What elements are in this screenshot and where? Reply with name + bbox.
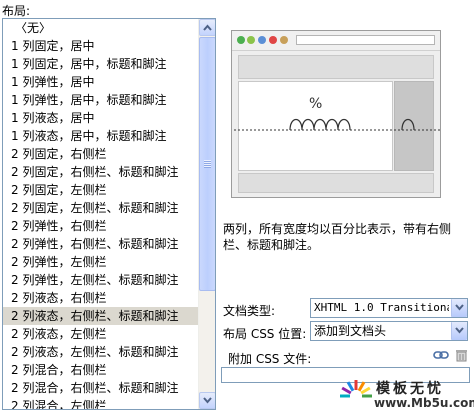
layout-list-item[interactable]: 2 列液态，右侧栏	[3, 289, 198, 307]
layout-list-item[interactable]: 〈无〉	[3, 19, 198, 37]
layout-list-item[interactable]: 2 列液态，左侧栏	[3, 325, 198, 343]
trash-icon[interactable]	[455, 349, 468, 362]
watermark: 模板无忧 www.Mb5u.com	[338, 376, 474, 412]
doctype-dropdown-button[interactable]	[451, 299, 467, 317]
chevron-down-icon	[203, 397, 212, 404]
scroll-down-button[interactable]	[199, 392, 215, 409]
css-position-select[interactable]: 添加到文档头	[310, 321, 468, 341]
layout-list-item[interactable]: 2 列混合，左侧栏	[3, 397, 198, 409]
layout-label: 布局:	[2, 4, 31, 18]
logo-burst-icon	[340, 380, 372, 398]
layout-description: 两列，所有宽度均以百分比表示，带有右侧栏、标题和脚注。	[223, 222, 452, 252]
layout-list-item[interactable]: 2 列固定，右侧栏	[3, 145, 198, 163]
layout-list-item[interactable]: 2 列弹性，右侧栏	[3, 217, 198, 235]
layout-list-item[interactable]: 2 列固定，左侧栏、标题和脚注	[3, 199, 198, 217]
layout-list-item[interactable]: 2 列固定，左侧栏	[3, 181, 198, 199]
layout-list-item[interactable]: 2 列混合，右侧栏	[3, 361, 198, 379]
layout-list-item[interactable]: 1 列液态，居中	[3, 109, 198, 127]
layout-listbox[interactable]: 〈无〉 1 列固定，居中 1 列固定，居中，标题和脚注 1 列弹性，居中 1 列弹性，居…	[2, 18, 216, 410]
chevron-down-icon	[455, 304, 464, 311]
css-position-value: 添加到文档头	[314, 324, 387, 338]
watermark-line2: www.Mb5u.com	[374, 396, 474, 410]
layout-list-item[interactable]: 1 列液态，居中，标题和脚注	[3, 127, 198, 145]
layout-list-item[interactable]: 1 列固定，居中	[3, 37, 198, 55]
css-position-label: 布局 CSS 位置:	[223, 327, 307, 341]
spring-icon	[234, 118, 440, 131]
scroll-up-button[interactable]	[199, 19, 215, 36]
layout-list-item[interactable]: 2 列弹性，右侧栏、标题和脚注	[3, 235, 198, 253]
doctype-select[interactable]: XHTML 1.0 Transitional	[310, 298, 468, 318]
layout-list-item[interactable]: 2 列固定，右侧栏、标题和脚注	[3, 163, 198, 181]
watermark-line1: 模板无忧	[376, 381, 444, 397]
scroll-thumb[interactable]	[199, 37, 215, 291]
layout-list-item[interactable]: 2 列弹性，左侧栏	[3, 253, 198, 271]
css-position-dropdown-button[interactable]	[451, 322, 467, 340]
layout-list-item[interactable]: 1 列弹性，居中，标题和脚注	[3, 91, 198, 109]
chevron-up-icon	[203, 24, 212, 31]
layout-list-scrollbar[interactable]	[198, 19, 215, 409]
layout-list-item[interactable]: 2 列混合，右侧栏、标题和脚注	[3, 379, 198, 397]
attach-css-label: 附加 CSS 文件:	[228, 352, 312, 366]
layout-preview: %	[231, 30, 441, 198]
layout-list-item[interactable]: 1 列弹性，居中	[3, 73, 198, 91]
chevron-down-icon	[455, 327, 464, 334]
grip-icon	[204, 160, 211, 168]
link-icon[interactable]	[433, 350, 449, 360]
layout-list-item[interactable]: 1 列固定，居中，标题和脚注	[3, 55, 198, 73]
layout-list-item[interactable]: 2 列弹性，左侧栏、标题和脚注	[3, 271, 198, 289]
doctype-value: XHTML 1.0 Transitional	[314, 301, 449, 314]
layout-list-item[interactable]: 2 列液态，左侧栏、标题和脚注	[3, 343, 198, 361]
layout-list-item[interactable]: 2 列液态，右侧栏、标题和脚注	[3, 307, 198, 325]
doctype-label: 文档类型:	[223, 304, 276, 318]
layout-list-items[interactable]: 〈无〉 1 列固定，居中 1 列固定，居中，标题和脚注 1 列弹性，居中 1 列弹性，居…	[3, 19, 198, 409]
